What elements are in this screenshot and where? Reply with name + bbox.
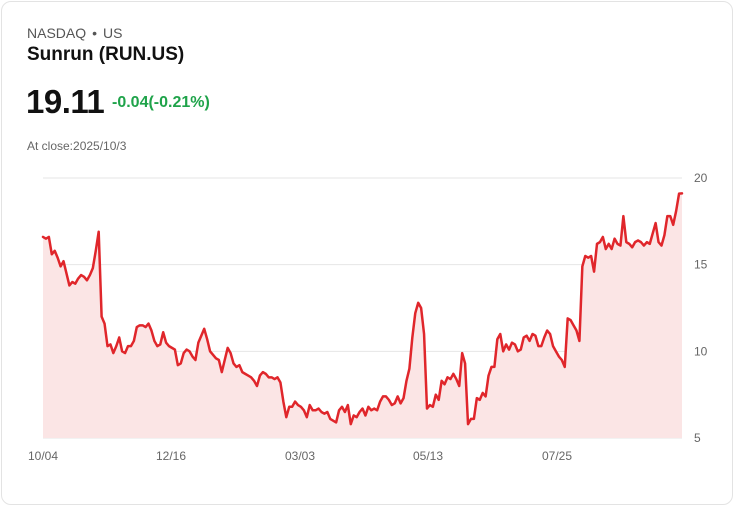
y-tick-label: 20: [694, 171, 708, 185]
y-tick-label: 10: [694, 344, 708, 358]
x-tick-label: 10/04: [28, 449, 58, 463]
chart-area: [41, 192, 684, 438]
x-tick-label: 07/25: [542, 449, 572, 463]
y-tick-label: 5: [694, 431, 701, 445]
x-tick-label: 03/03: [285, 449, 315, 463]
x-tick-label: 05/13: [413, 449, 443, 463]
x-tick-label: 12/16: [156, 449, 186, 463]
y-axis: 20 15 10 5: [694, 171, 708, 445]
price-chart[interactable]: 20 15 10 5 10/04 12/16 03/03 05/13 07/25: [0, 0, 736, 508]
y-tick-label: 15: [694, 258, 708, 272]
area-fill: [43, 193, 682, 438]
x-axis: 10/04 12/16 03/03 05/13 07/25: [28, 449, 572, 463]
